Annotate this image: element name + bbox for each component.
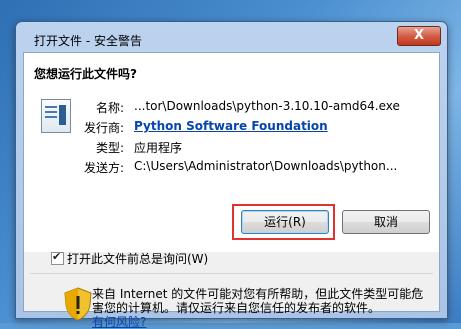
dialog-heading: 您想运行此文件吗?: [34, 67, 137, 81]
file-icon-block: [59, 105, 66, 125]
from-label: 发送方:: [83, 161, 124, 175]
executable-file-icon: [41, 99, 71, 133]
security-warning-dialog: 打开文件 - 安全警告 X 您想运行此文件吗? 名称: ...tor\Downl…: [15, 21, 448, 329]
always-ask-option[interactable]: ✔ 打开此文件前总是询问(W): [51, 250, 208, 267]
name-label: 名称:: [95, 101, 124, 115]
name-value: ...tor\Downloads\python-3.10.10-amd64.ex…: [134, 99, 400, 113]
title-bar[interactable]: 打开文件 - 安全警告 X: [16, 22, 447, 52]
content-panel: 您想运行此文件吗? 名称: ...tor\Downloads\python-3.…: [24, 53, 439, 252]
risk-link[interactable]: 有何风险?: [92, 315, 146, 329]
separator: [30, 273, 433, 274]
window-title: 打开文件 - 安全警告: [34, 34, 142, 48]
run-button[interactable]: 运行(R): [241, 210, 329, 234]
cancel-button[interactable]: 取消: [342, 210, 430, 234]
always-ask-checkbox[interactable]: ✔: [51, 250, 64, 265]
from-value: C:\Users\Administrator\Downloads\python.…: [134, 159, 398, 173]
warning-text: 来自 Internet 的文件可能对您有所帮助，但此文件类型可能危害您的计算机。…: [92, 287, 424, 315]
file-icon-line: [45, 106, 57, 108]
publisher-label: 发行商:: [83, 121, 124, 135]
dialog-client-area: 您想运行此文件吗? 名称: ...tor\Downloads\python-3.…: [23, 52, 440, 329]
checkmark-icon: ✔: [52, 250, 62, 263]
type-value: 应用程序: [134, 141, 183, 155]
file-icon-line: [45, 111, 57, 113]
file-icon-line: [45, 116, 57, 118]
publisher-link[interactable]: Python Software Foundation: [134, 119, 404, 133]
always-ask-label: 打开此文件前总是询问(W): [67, 252, 209, 266]
type-label: 类型:: [95, 141, 124, 155]
close-button[interactable]: X: [397, 26, 441, 46]
warning-shield-icon: [64, 287, 92, 321]
